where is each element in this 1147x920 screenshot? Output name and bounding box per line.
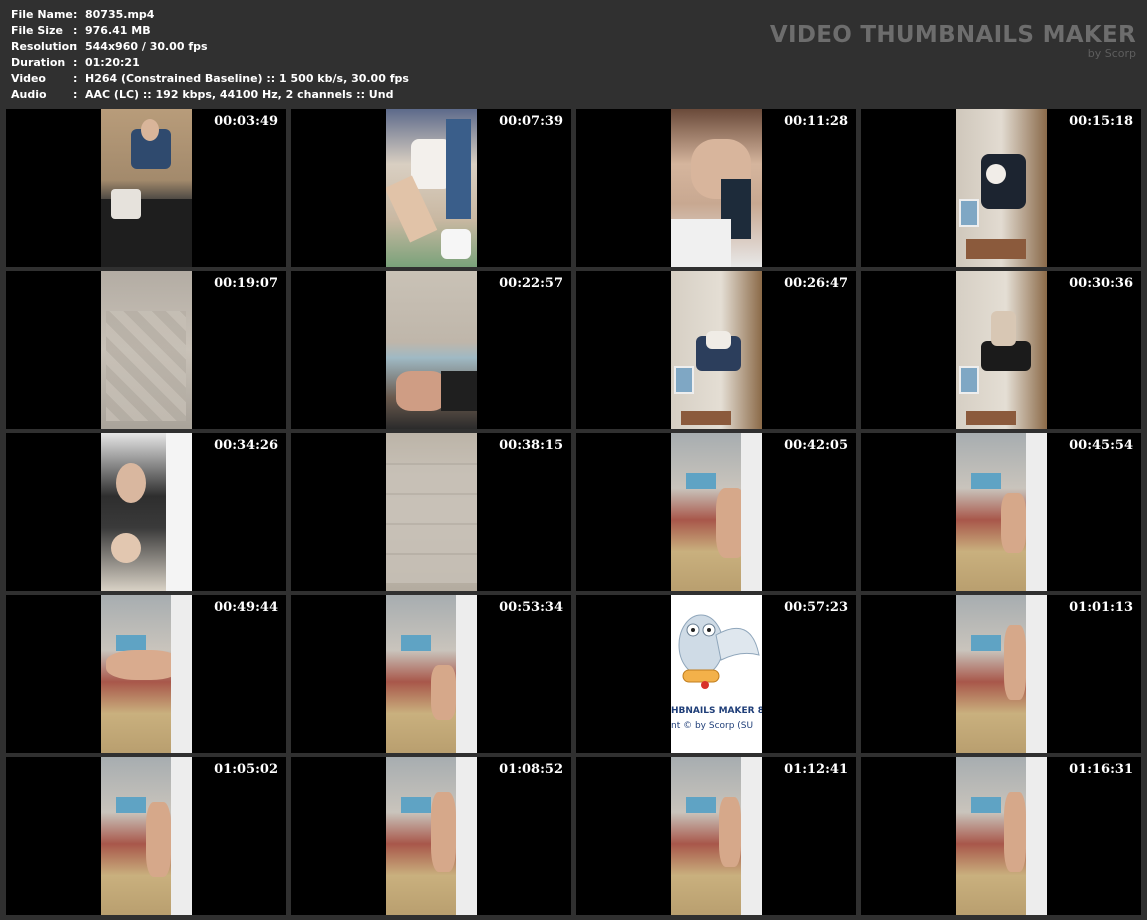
info-separator: : — [73, 56, 78, 69]
info-label: Duration — [11, 56, 66, 69]
video-frame-logo: HBNAILS MAKER 8 nt © by Scorp (SU — [671, 595, 762, 753]
info-label: Resolution — [11, 40, 78, 53]
info-value: 976.41 MB — [85, 24, 151, 37]
info-row-video: Video : H264 (Constrained Baseline) :: 1… — [11, 71, 409, 87]
video-frame — [386, 109, 477, 267]
timestamp-label: 00:19:07 — [214, 276, 278, 291]
timestamp-label: 01:05:02 — [214, 762, 278, 777]
video-frame — [956, 757, 1047, 915]
video-frame — [956, 595, 1047, 753]
thumbnail-cell: 00:34:26 — [6, 433, 286, 591]
video-frame — [101, 109, 192, 267]
info-separator: : — [73, 72, 78, 85]
video-frame — [386, 433, 477, 591]
thumbnail-cell: 01:01:13 — [861, 595, 1141, 753]
info-label: File Size — [11, 24, 63, 37]
timestamp-label: 00:49:44 — [214, 600, 278, 615]
video-frame — [956, 109, 1047, 267]
info-label: Video — [11, 72, 46, 85]
app-logo: VIDEO THUMBNAILS MAKER by Scorp — [770, 22, 1136, 60]
logo-subtitle: by Scorp — [1087, 47, 1136, 60]
timestamp-label: 00:07:39 — [499, 114, 563, 129]
info-label: Audio — [11, 88, 47, 101]
info-label: File Name — [11, 8, 73, 21]
timestamp-label: 01:01:13 — [1069, 600, 1133, 615]
thumbnail-cell: 01:05:02 — [6, 757, 286, 915]
owl-mascot-icon — [678, 614, 760, 689]
video-frame — [386, 757, 477, 915]
thumbnail-cell: 00:26:47 — [576, 271, 856, 429]
timestamp-label: 00:15:18 — [1069, 114, 1133, 129]
thumbnail-cell: 00:03:49 — [6, 109, 286, 267]
info-value: 01:20:21 — [85, 56, 140, 69]
thumbnail-cell: 00:11:28 — [576, 109, 856, 267]
timestamp-label: 00:38:15 — [499, 438, 563, 453]
info-row-file-size: File Size : 976.41 MB — [11, 23, 409, 39]
video-frame — [101, 271, 192, 429]
thumbnail-cell: 00:45:54 — [861, 433, 1141, 591]
timestamp-label: 00:57:23 — [784, 600, 848, 615]
thumbnail-cell: HBNAILS MAKER 8 nt © by Scorp (SU 00:57:… — [576, 595, 856, 753]
info-separator: : — [73, 8, 78, 21]
video-frame — [671, 109, 762, 267]
info-row-file-name: File Name : 80735.mp4 — [11, 7, 409, 23]
info-value: H264 (Constrained Baseline) :: 1 500 kb/… — [85, 72, 409, 85]
info-row-audio: Audio : AAC (LC) :: 192 kbps, 44100 Hz, … — [11, 87, 409, 103]
file-info-panel: File Name : 80735.mp4 File Size : 976.41… — [11, 7, 409, 103]
thumbnail-cell: 00:15:18 — [861, 109, 1141, 267]
info-value: 544x960 / 30.00 fps — [85, 40, 208, 53]
logo-title: VIDEO THUMBNAILS MAKER — [769, 22, 1136, 48]
logo-frame-line-2: nt © by Scorp (SU — [671, 721, 754, 731]
thumbnail-cell: 00:30:36 — [861, 271, 1141, 429]
info-value: 80735.mp4 — [85, 8, 155, 21]
thumbnail-cell: 00:22:57 — [291, 271, 571, 429]
info-row-duration: Duration : 01:20:21 — [11, 55, 409, 71]
thumbnail-cell: 00:53:34 — [291, 595, 571, 753]
info-value: AAC (LC) :: 192 kbps, 44100 Hz, 2 channe… — [85, 88, 394, 101]
info-separator: : — [73, 40, 78, 53]
thumbnail-cell: 01:12:41 — [576, 757, 856, 915]
timestamp-label: 00:03:49 — [214, 114, 278, 129]
video-frame — [671, 433, 762, 591]
timestamp-label: 00:34:26 — [214, 438, 278, 453]
video-frame — [101, 433, 192, 591]
video-frame — [671, 271, 762, 429]
thumbnail-cell: 00:42:05 — [576, 433, 856, 591]
video-frame — [386, 595, 477, 753]
timestamp-label: 00:22:57 — [499, 276, 563, 291]
timestamp-label: 01:08:52 — [499, 762, 563, 777]
timestamp-label: 00:53:34 — [499, 600, 563, 615]
thumbnail-cell: 00:38:15 — [291, 433, 571, 591]
timestamp-label: 00:42:05 — [784, 438, 848, 453]
video-frame — [101, 757, 192, 915]
video-frame — [671, 757, 762, 915]
video-frame — [101, 595, 192, 753]
logo-frame-line-1: HBNAILS MAKER 8 — [671, 706, 762, 716]
thumbnail-sheet: File Name : 80735.mp4 File Size : 976.41… — [0, 0, 1147, 920]
timestamp-label: 00:11:28 — [784, 114, 848, 129]
thumbnail-cell: 00:49:44 — [6, 595, 286, 753]
info-separator: : — [73, 24, 78, 37]
thumbnail-cell: 00:19:07 — [6, 271, 286, 429]
timestamp-label: 01:16:31 — [1069, 762, 1133, 777]
thumbnail-cell: 00:07:39 — [291, 109, 571, 267]
info-separator: : — [73, 88, 78, 101]
thumbnail-grid: 00:03:49 00:07:39 00:11:28 00:15:18 00:1… — [6, 109, 1141, 915]
timestamp-label: 01:12:41 — [784, 762, 848, 777]
timestamp-label: 00:45:54 — [1069, 438, 1133, 453]
info-row-resolution: Resolution : 544x960 / 30.00 fps — [11, 39, 409, 55]
thumbnail-cell: 01:08:52 — [291, 757, 571, 915]
video-frame — [956, 271, 1047, 429]
timestamp-label: 00:30:36 — [1069, 276, 1133, 291]
thumbnail-cell: 01:16:31 — [861, 757, 1141, 915]
timestamp-label: 00:26:47 — [784, 276, 848, 291]
video-frame — [386, 271, 477, 429]
video-frame — [956, 433, 1047, 591]
